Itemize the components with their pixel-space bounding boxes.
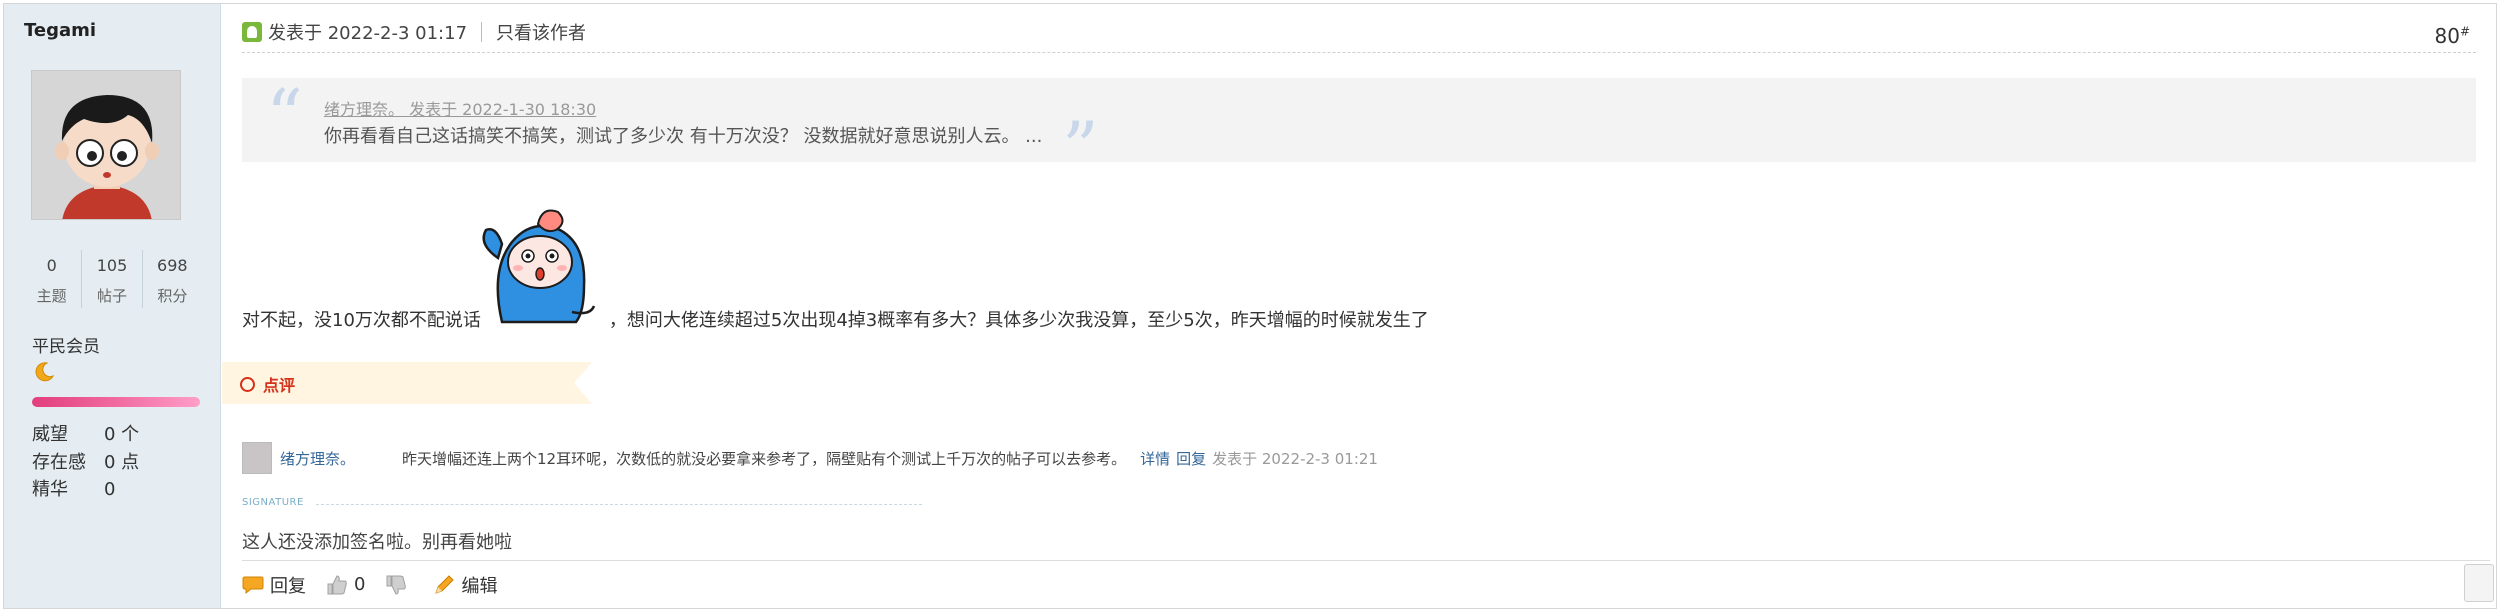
commenter-avatar[interactable] bbox=[242, 442, 272, 474]
stat-label: 主题 bbox=[36, 287, 67, 305]
stat-value: 698 bbox=[157, 256, 188, 275]
stat-value: 0 bbox=[46, 256, 57, 275]
thumbs-up-icon bbox=[327, 574, 347, 594]
content-text-after: ，想问大佬连续超过5次出现4掉3概率有多大？具体多少次我没算，至少5次，昨天增幅… bbox=[608, 310, 1429, 331]
floor-number[interactable]: 80# bbox=[2434, 24, 2470, 48]
floor-mark: # bbox=[2459, 24, 2470, 39]
signature-label: SIGNATURE bbox=[242, 497, 304, 508]
attr-key: 威望 bbox=[32, 424, 68, 445]
reply-label: 回复 bbox=[270, 575, 306, 597]
author-stats: 0 主题 105 帖子 698 积分 bbox=[22, 250, 202, 308]
avatar[interactable] bbox=[31, 70, 181, 220]
quote-author[interactable]: 绪方理奈。 发表于 2022-1-30 18:30 bbox=[324, 96, 596, 120]
post-header: 发表于 2022-2-3 01:17 只看该作者 bbox=[242, 17, 586, 47]
thumbs-down-icon bbox=[386, 575, 407, 595]
speech-bubble-icon bbox=[242, 576, 264, 594]
pencil-icon bbox=[435, 574, 455, 594]
content-text-before: 对不起，没10万次都不配说话 bbox=[242, 310, 481, 331]
dislike-button[interactable] bbox=[385, 574, 413, 596]
divider bbox=[481, 22, 483, 42]
post-main: 发表于 2022-2-3 01:17 只看该作者 80# “ 绪方理奈。 发表于… bbox=[222, 4, 2490, 608]
attr-value: 0 bbox=[104, 479, 116, 500]
open-quote-icon: “ bbox=[266, 74, 303, 158]
post-content: 对不起，没10万次都不配说话 ，想问大佬连续超过5次出现4掉3概率有多大？具体多少… bbox=[242, 306, 1429, 332]
attr-presence: 存在感 0 点 bbox=[32, 448, 139, 474]
moon-rank-icon bbox=[32, 360, 56, 384]
attr-value: 0 个 bbox=[104, 424, 140, 445]
attr-prestige: 威望 0 个 bbox=[32, 420, 139, 446]
attr-key: 存在感 bbox=[32, 452, 86, 473]
attr-key: 精华 bbox=[32, 479, 68, 500]
comment-details-link[interactable]: 详情 bbox=[1140, 448, 1170, 469]
user-rank[interactable]: 平民会员 bbox=[32, 332, 100, 357]
header-divider bbox=[242, 52, 2476, 53]
comment-float-button[interactable] bbox=[2464, 564, 2494, 602]
author-username[interactable]: Tegami bbox=[24, 20, 96, 41]
comment-reply-link[interactable]: 回复 bbox=[1176, 448, 1206, 469]
reply-button[interactable]: 回复 bbox=[242, 572, 306, 598]
signature-divider bbox=[316, 504, 922, 505]
stat-value: 105 bbox=[96, 256, 128, 275]
stat-label: 帖子 bbox=[96, 287, 127, 305]
stat-label: 积分 bbox=[157, 287, 188, 305]
like-count: 0 bbox=[354, 574, 366, 595]
only-author-link[interactable]: 只看该作者 bbox=[496, 19, 586, 45]
comment-text: 昨天增幅还连上两个12耳环呢，次数低的就没必要拿来参考了，隔壁贴有个测试上千万次… bbox=[402, 449, 1127, 468]
like-button[interactable]: 0 bbox=[326, 574, 365, 596]
circle-icon bbox=[240, 376, 255, 392]
online-status-icon bbox=[242, 22, 262, 42]
rank-progress-bar bbox=[32, 397, 200, 407]
commenter-name[interactable]: 绪方理奈。 bbox=[280, 448, 396, 469]
quote-block: “ 绪方理奈。 发表于 2022-1-30 18:30 你再看看自己这话搞笑不搞… bbox=[242, 74, 2476, 184]
stat-posts[interactable]: 105 帖子 bbox=[82, 250, 143, 308]
edit-label: 编辑 bbox=[461, 575, 498, 597]
post-time: 发表于 2022-2-3 01:17 bbox=[268, 23, 468, 44]
stat-threads[interactable]: 0 主题 bbox=[22, 250, 83, 308]
author-sidebar: Tegami 0 主题 105 帖子 698 积分 平民会员 威望 0 个 存在… bbox=[4, 4, 221, 608]
quote-text: 你再看看自己这话搞笑不搞笑，测试了多少次 有十万次没？ 没数据就好意思说别人云。… bbox=[324, 126, 1043, 147]
close-quote-icon: ” bbox=[1062, 106, 1099, 190]
comment-tab-text: 点评 bbox=[263, 376, 296, 395]
attr-digest: 精华 0 bbox=[32, 475, 115, 501]
signature-text: 这人还没添加签名啦。别再看她啦 bbox=[242, 532, 512, 553]
edit-button[interactable]: 编辑 bbox=[433, 572, 497, 598]
comment-section-label: 点评 bbox=[240, 372, 295, 396]
post-actions: 回复 0 编辑 bbox=[242, 560, 2490, 608]
comment-row: 绪方理奈。 昨天增幅还连上两个12耳环呢，次数低的就没必要拿来参考了，隔壁贴有个… bbox=[242, 440, 1378, 476]
floor-value: 80 bbox=[2434, 24, 2460, 48]
stat-credits[interactable]: 698 积分 bbox=[143, 250, 202, 308]
comment-time: 发表于 2022-2-3 01:21 bbox=[1212, 449, 1378, 468]
attr-value: 0 点 bbox=[104, 452, 140, 473]
